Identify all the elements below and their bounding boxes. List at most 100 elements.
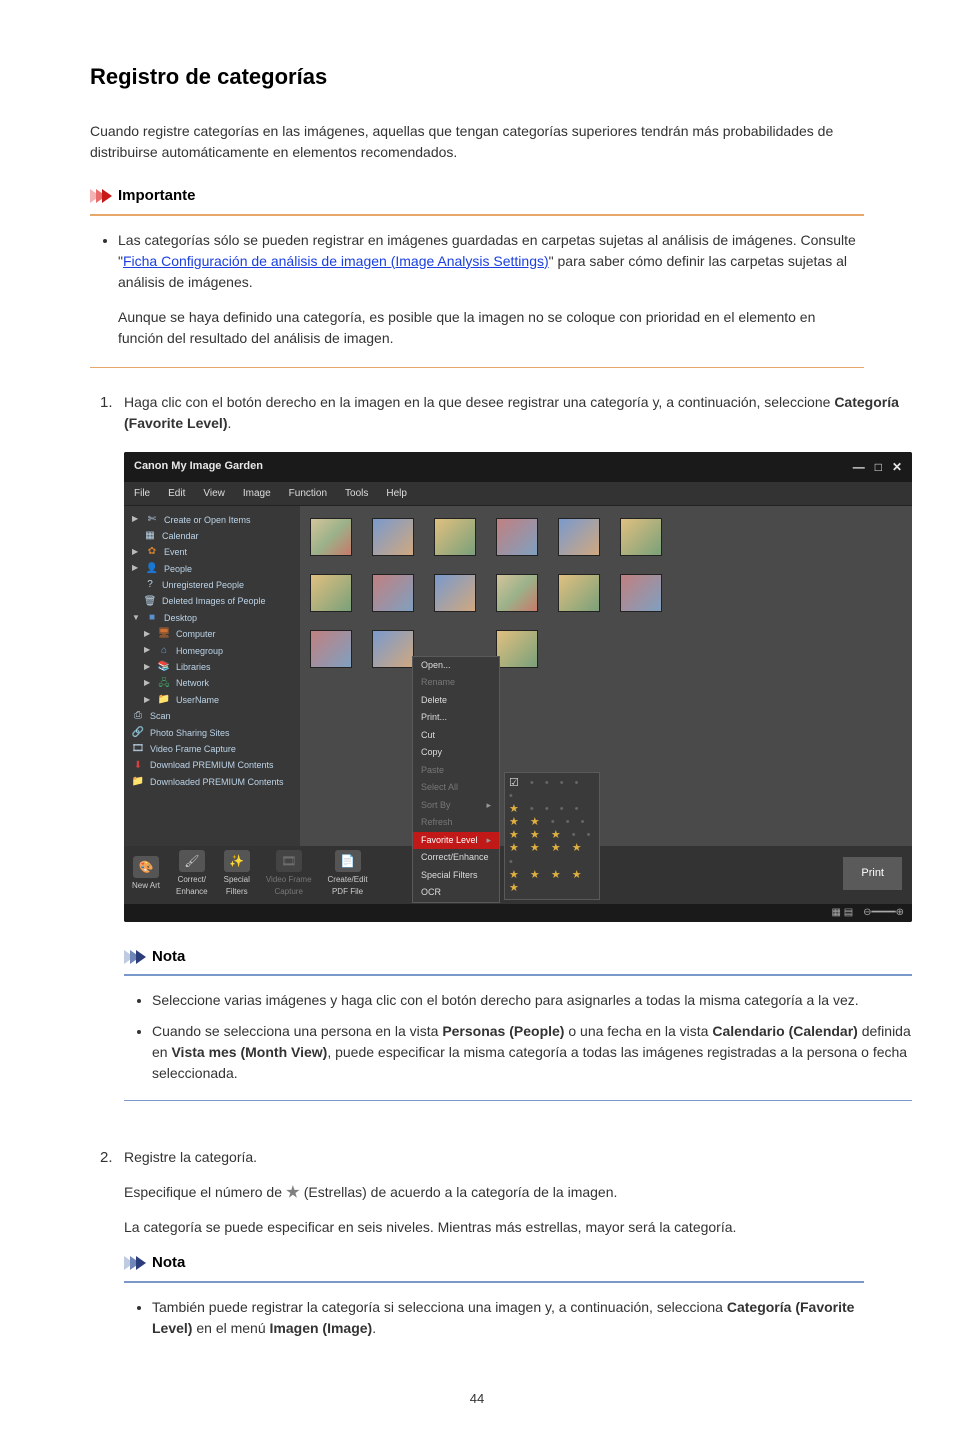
menu-tools[interactable]: Tools — [345, 486, 368, 501]
network-icon: 🖧 — [158, 678, 170, 690]
wand-icon: 🖌 — [179, 850, 205, 872]
thumbnail[interactable] — [434, 518, 476, 556]
menu-function[interactable]: Function — [289, 486, 327, 501]
importante-para-2: Aunque se haya definido una categoría, e… — [118, 307, 864, 349]
sidebar-item-unregistered[interactable]: ?Unregistered People — [128, 577, 296, 593]
libraries-icon: 📚 — [158, 661, 170, 673]
bb-special[interactable]: ✨Special Filters — [224, 850, 250, 898]
calendar-icon: ▦ — [144, 530, 156, 542]
bb-pdf[interactable]: 📄Create/Edit PDF File — [328, 850, 368, 898]
thumbnail[interactable] — [496, 574, 538, 612]
sidebar-item-desktop[interactable]: ▼■Desktop — [128, 610, 296, 626]
importante-bullet-1: Las categorías sólo se pueden registrar … — [118, 230, 864, 349]
menu-file[interactable]: File — [134, 486, 150, 501]
homegroup-icon: ⌂ — [158, 645, 170, 657]
thumbnail[interactable] — [310, 518, 352, 556]
menubar: File Edit View Image Function Tools Help — [124, 482, 912, 506]
print-button[interactable]: Print — [843, 857, 902, 890]
zoom-slider[interactable]: ⊖━━━━⊕ — [863, 905, 904, 920]
ctx-print[interactable]: Print... — [413, 709, 499, 727]
video-icon: 🎞 — [132, 743, 144, 755]
sidebar-item-username[interactable]: ▶📁UserName — [128, 692, 296, 708]
divider — [124, 1281, 864, 1283]
thumbnail[interactable] — [496, 630, 538, 668]
sidebar-item-event[interactable]: ▶✿Event — [128, 544, 296, 560]
sidebar-item-network[interactable]: ▶🖧Network — [128, 675, 296, 691]
stars-row-4[interactable]: ★ ★ ★ ★ • — [509, 842, 595, 868]
step2-para2: La categoría se puede especificar en sei… — [124, 1217, 864, 1238]
menu-help[interactable]: Help — [386, 486, 407, 501]
thumbnail[interactable] — [558, 574, 600, 612]
page-number: 44 — [90, 1389, 864, 1409]
minimize-icon[interactable]: — — [853, 458, 865, 476]
ctx-delete[interactable]: Delete — [413, 692, 499, 710]
sidebar-item-scan[interactable]: ⎙Scan — [128, 708, 296, 724]
sidebar-item-calendar[interactable]: ▦Calendar — [128, 528, 296, 544]
chevron-icon — [124, 950, 142, 964]
bb-video[interactable]: 🎞Video Frame Capture — [266, 850, 312, 898]
ctx-copy[interactable]: Copy — [413, 744, 499, 762]
thumbnail[interactable] — [372, 630, 414, 668]
ctx-rename: Rename — [413, 674, 499, 692]
menu-edit[interactable]: Edit — [168, 486, 185, 501]
sidebar-item-sharing[interactable]: 🔗Photo Sharing Sites — [128, 725, 296, 741]
thumbnail[interactable] — [620, 574, 662, 612]
sidebar-item-dledpremium[interactable]: 📁Downloaded PREMIUM Contents — [128, 774, 296, 790]
download-icon: ⬇ — [132, 760, 144, 772]
stars-row-5[interactable]: ★ ★ ★ ★ ★ — [509, 869, 595, 895]
ctx-filters[interactable]: Special Filters — [413, 867, 499, 885]
thumbnail[interactable] — [310, 574, 352, 612]
trash-icon: 🗑 — [144, 596, 156, 608]
sidebar-item-libraries[interactable]: ▶📚Libraries — [128, 659, 296, 675]
menu-view[interactable]: View — [203, 486, 225, 501]
step2-title: Registre la categoría. — [124, 1147, 864, 1168]
ctx-correct[interactable]: Correct/Enhance — [413, 849, 499, 867]
person-q-icon: ? — [144, 579, 156, 591]
thumbnail[interactable] — [558, 518, 600, 556]
thumbnail[interactable] — [434, 574, 476, 612]
close-icon[interactable]: ✕ — [892, 458, 902, 476]
divider — [90, 367, 864, 368]
stars-row-3[interactable]: ★ ★ ★ • • — [509, 829, 595, 842]
sidebar-item-create[interactable]: ▶✄Create or Open Items — [128, 512, 296, 528]
ctx-cut[interactable]: Cut — [413, 727, 499, 745]
nota1-bullet-2: Cuando se selecciona una persona en la v… — [152, 1021, 912, 1084]
bb-newart[interactable]: 🎨New Art — [132, 856, 160, 892]
stars-row-1[interactable]: ★ • • • • — [509, 803, 595, 816]
ctx-sortby[interactable]: Sort By — [413, 797, 499, 815]
step1-text-post: . — [227, 415, 231, 431]
thumbnail[interactable] — [620, 518, 662, 556]
ctx-selectall: Select All — [413, 779, 499, 797]
thumbnail[interactable] — [372, 574, 414, 612]
step-number-2: 2. — [100, 1147, 124, 1349]
sidebar-item-homegroup[interactable]: ▶⌂Homegroup — [128, 643, 296, 659]
sidebar-item-dlpremium[interactable]: ⬇Download PREMIUM Contents — [128, 757, 296, 773]
scissors-icon: ✄ — [146, 514, 158, 526]
stars-row-2[interactable]: ★ ★ • • • — [509, 816, 595, 829]
analysis-settings-link[interactable]: Ficha Configuración de análisis de image… — [123, 253, 549, 269]
pdf-icon: 📄 — [335, 850, 361, 872]
sidebar-item-deleted[interactable]: 🗑Deleted Images of People — [128, 593, 296, 609]
ctx-ocr[interactable]: OCR — [413, 884, 499, 902]
chevron-icon — [90, 189, 108, 203]
thumbnail[interactable] — [496, 518, 538, 556]
nota1-title: Nota — [152, 946, 185, 969]
maximize-icon[interactable]: □ — [875, 458, 882, 476]
thumbnail[interactable] — [310, 630, 352, 668]
divider — [124, 1100, 912, 1101]
sparkle-icon: ✨ — [224, 850, 250, 872]
stars-row-0[interactable]: ☑ • • • • • — [509, 777, 595, 803]
bb-correct[interactable]: 🖌Correct/ Enhance — [176, 850, 208, 898]
grid-view-icon[interactable]: ▦ ▤ — [831, 905, 853, 920]
menu-image[interactable]: Image — [243, 486, 271, 501]
importante-list: Las categorías sólo se pueden registrar … — [90, 230, 864, 349]
sidebar-item-video[interactable]: 🎞Video Frame Capture — [128, 741, 296, 757]
nota1-header: Nota — [124, 946, 912, 969]
ctx-favorite-level[interactable]: Favorite Level — [413, 832, 499, 850]
sidebar-item-people[interactable]: ▶👤People — [128, 561, 296, 577]
sidebar-item-computer[interactable]: ▶🖥Computer — [128, 626, 296, 642]
thumbnail[interactable] — [372, 518, 414, 556]
desktop-icon: ■ — [146, 612, 158, 624]
divider — [90, 214, 864, 216]
ctx-open[interactable]: Open... — [413, 657, 499, 675]
